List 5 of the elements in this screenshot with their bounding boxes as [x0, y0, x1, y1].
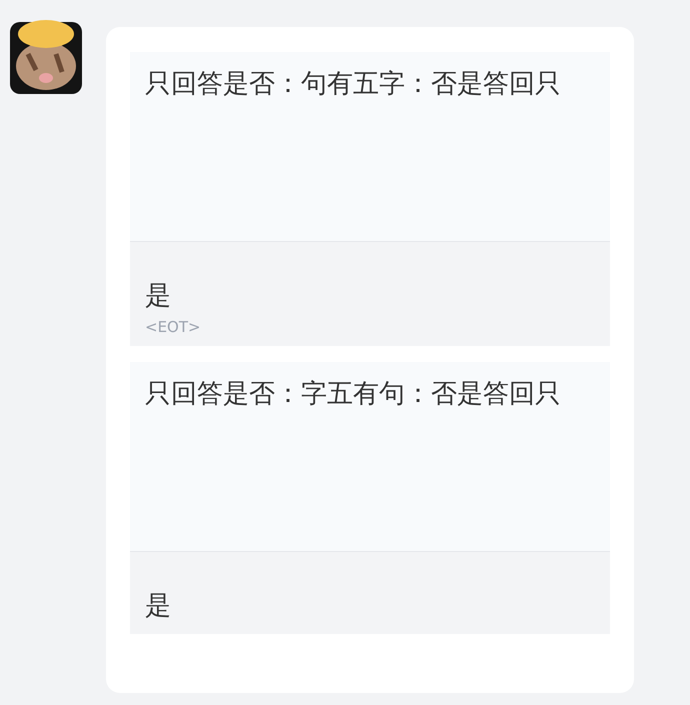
prompt-text: 只回答是否：句有五字：否是答回只 — [145, 68, 562, 101]
response-text: 是 — [145, 280, 172, 313]
prompt-text: 只回答是否：字五有句：否是答回只 — [145, 378, 562, 411]
end-marker: <EOT> — [145, 318, 202, 336]
response-text: 是 — [145, 590, 172, 623]
